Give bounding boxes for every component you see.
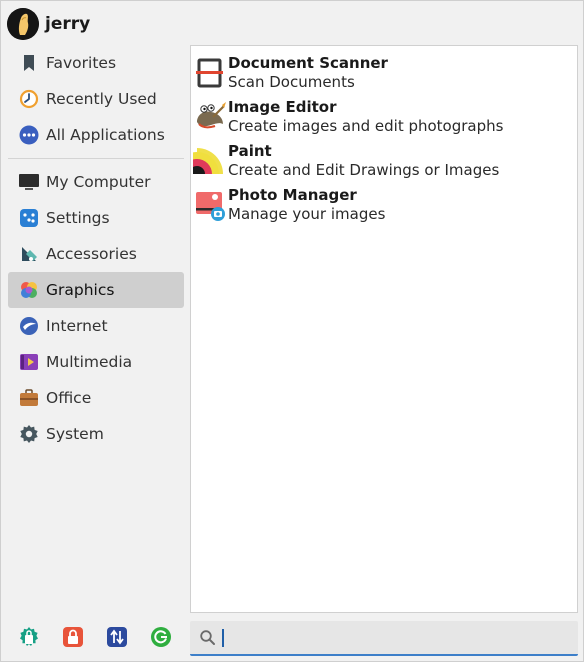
settings-icon <box>18 207 40 229</box>
dots-icon <box>18 124 40 146</box>
search-icon <box>199 629 217 651</box>
category-recently-used[interactable]: Recently Used <box>8 81 184 117</box>
sidebar-divider <box>8 158 184 159</box>
logout-icon[interactable] <box>150 626 172 648</box>
app-item-image-editor[interactable]: Image Editor Create images and edit phot… <box>193 95 573 139</box>
category-settings[interactable]: Settings <box>8 200 184 236</box>
app-name: Document Scanner <box>228 54 388 72</box>
app-list-panel: Document Scanner Scan Documents Image Ed… <box>190 45 578 613</box>
gear-icon <box>18 423 40 445</box>
gimp-icon <box>193 100 227 134</box>
avatar[interactable] <box>7 8 39 40</box>
category-label: Recently Used <box>46 90 157 108</box>
app-description: Create images and edit photographs <box>228 117 504 135</box>
graphics-icon <box>18 279 40 301</box>
app-name: Paint <box>228 142 272 160</box>
category-label: Multimedia <box>46 353 133 371</box>
category-sidebar: Favorites Recently Used All Applications… <box>8 45 184 452</box>
briefcase-icon <box>18 387 40 409</box>
category-label: Internet <box>46 317 108 335</box>
accessories-icon <box>18 243 40 265</box>
category-label: All Applications <box>46 126 165 144</box>
username: jerry <box>45 14 91 34</box>
app-item-photo-manager[interactable]: Photo Manager Manage your images <box>193 183 573 227</box>
category-label: Settings <box>46 209 110 227</box>
app-name: Photo Manager <box>228 186 357 204</box>
search-bar[interactable] <box>190 621 578 656</box>
text-cursor <box>222 629 224 647</box>
category-label: Favorites <box>46 54 117 72</box>
avatar-figure-icon <box>7 8 39 40</box>
photo-manager-icon <box>193 188 227 222</box>
category-label: Office <box>46 389 92 407</box>
category-system[interactable]: System <box>8 416 184 452</box>
lock-icon[interactable] <box>62 626 84 648</box>
software-center-icon[interactable] <box>18 626 40 648</box>
scanner-icon <box>193 56 227 90</box>
switch-user-icon[interactable] <box>106 626 128 648</box>
category-all-applications[interactable]: All Applications <box>8 117 184 153</box>
app-description: Scan Documents <box>228 73 355 91</box>
category-graphics[interactable]: Graphics <box>8 272 184 308</box>
menu-window: jerry Favorites Recently Used All Applic… <box>0 0 584 662</box>
category-favorites[interactable]: Favorites <box>8 45 184 81</box>
category-my-computer[interactable]: My Computer <box>8 164 184 200</box>
multimedia-icon <box>18 351 40 373</box>
session-actions <box>18 626 172 648</box>
category-label: Accessories <box>46 245 137 263</box>
app-name: Image Editor <box>228 98 337 116</box>
app-item-paint[interactable]: Paint Create and Edit Drawings or Images <box>193 139 573 183</box>
app-item-document-scanner[interactable]: Document Scanner Scan Documents <box>193 51 573 95</box>
bookmark-icon <box>18 52 40 74</box>
category-office[interactable]: Office <box>8 380 184 416</box>
category-accessories[interactable]: Accessories <box>8 236 184 272</box>
category-label: System <box>46 425 104 443</box>
paint-icon <box>193 144 227 178</box>
app-description: Manage your images <box>228 205 386 223</box>
category-label: My Computer <box>46 173 151 191</box>
monitor-icon <box>18 171 40 193</box>
app-description: Create and Edit Drawings or Images <box>228 161 500 179</box>
category-multimedia[interactable]: Multimedia <box>8 344 184 380</box>
globe-icon <box>18 315 40 337</box>
category-label: Graphics <box>46 281 115 299</box>
user-header: jerry <box>7 8 90 40</box>
search-input[interactable] <box>226 627 566 649</box>
category-internet[interactable]: Internet <box>8 308 184 344</box>
clock-icon <box>18 88 40 110</box>
